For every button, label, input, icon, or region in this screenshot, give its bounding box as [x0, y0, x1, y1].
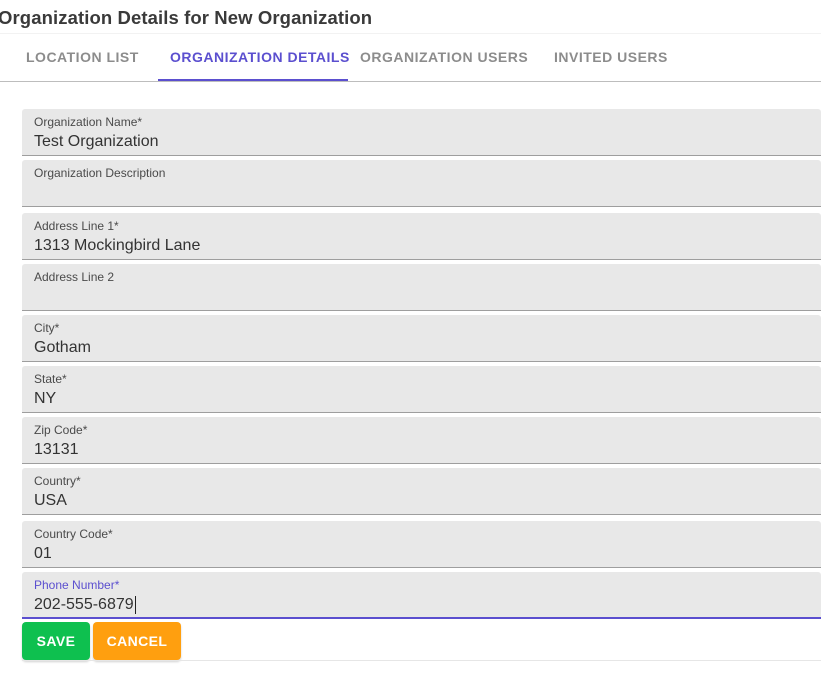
organization-name-label: Organization Name*	[34, 115, 143, 129]
city-value: Gotham	[34, 339, 91, 356]
state-field[interactable]: State* NY	[22, 366, 821, 413]
active-tab-indicator	[158, 79, 348, 81]
phone-number-value: 202-555-6879	[34, 596, 134, 613]
country-code-label: Country Code*	[34, 527, 113, 541]
tab-location-list[interactable]: LOCATION LIST	[26, 34, 139, 81]
address-line-2-field[interactable]: Address Line 2	[22, 264, 821, 311]
tab-bar: LOCATION LIST ORGANIZATION DETAILS ORGAN…	[0, 34, 821, 82]
text-caret	[134, 596, 136, 614]
organization-description-label: Organization Description	[34, 166, 166, 180]
save-button[interactable]: SAVE	[22, 622, 90, 660]
country-value: USA	[34, 492, 67, 509]
cancel-button[interactable]: CANCEL	[93, 622, 181, 660]
page-title: Organization Details for New Organizatio…	[0, 7, 373, 28]
phone-number-input-value: 202-555-6879	[34, 596, 136, 614]
zip-code-field[interactable]: Zip Code* 13131	[22, 417, 821, 464]
form-bottom-divider	[22, 660, 821, 661]
state-label: State*	[34, 372, 67, 386]
country-code-field[interactable]: Country Code* 01	[22, 521, 821, 568]
state-value: NY	[34, 390, 57, 407]
address-line-2-label: Address Line 2	[34, 270, 115, 284]
address-line-1-label: Address Line 1*	[34, 219, 119, 233]
organization-description-field[interactable]: Organization Description	[22, 160, 821, 207]
phone-number-field[interactable]: Phone Number* 202-555-6879	[22, 572, 821, 619]
country-label: Country*	[34, 474, 81, 488]
address-line-1-field[interactable]: Address Line 1* 1313 Mockingbird Lane	[22, 213, 821, 260]
city-label: City*	[34, 321, 60, 335]
phone-number-label: Phone Number*	[34, 578, 120, 592]
address-line-1-value: 1313 Mockingbird Lane	[34, 237, 201, 254]
organization-name-value: Test Organization	[34, 133, 159, 150]
country-field[interactable]: Country* USA	[22, 468, 821, 515]
country-code-value: 01	[34, 545, 52, 562]
tab-invited-users[interactable]: INVITED USERS	[554, 34, 668, 81]
tab-organization-users[interactable]: ORGANIZATION USERS	[360, 34, 528, 81]
zip-code-label: Zip Code*	[34, 423, 88, 437]
organization-name-field[interactable]: Organization Name* Test Organization	[22, 109, 821, 156]
city-field[interactable]: City* Gotham	[22, 315, 821, 362]
tab-organization-details[interactable]: ORGANIZATION DETAILS	[170, 34, 350, 81]
zip-code-value: 13131	[34, 441, 79, 458]
